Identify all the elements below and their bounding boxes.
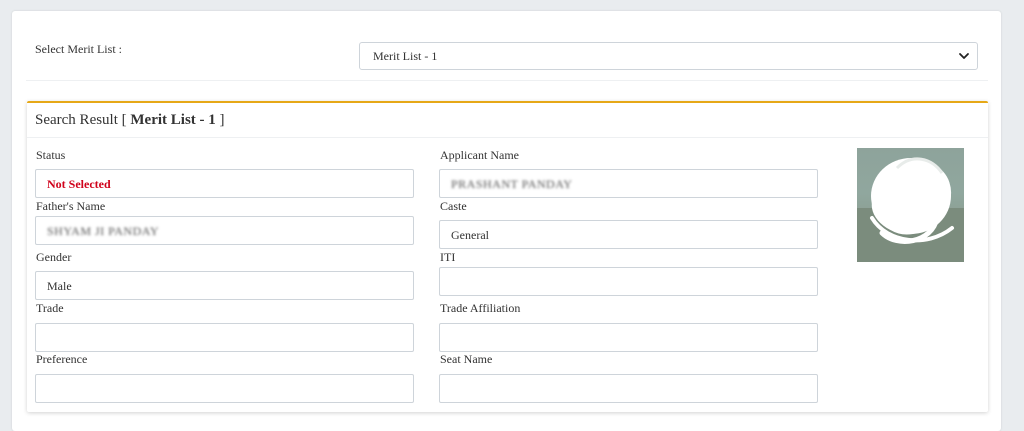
- chevron-down-icon: [959, 53, 969, 59]
- seat-name-field: [439, 374, 818, 403]
- search-result-header: Search Result [ Merit List - 1 ]: [27, 103, 988, 138]
- iti-field: [439, 267, 818, 296]
- iti-label: ITI: [440, 250, 456, 264]
- trade-field: [35, 323, 414, 352]
- trade-affiliation-label: Trade Affiliation: [440, 301, 521, 315]
- applicant-photo: [857, 148, 964, 262]
- fathers-name-field: SHYAM JI PANDAY: [35, 216, 414, 245]
- applicant-name-label: Applicant Name: [440, 148, 519, 162]
- search-result-list-name: Merit List - 1: [130, 112, 216, 128]
- merit-list-select-row: Select Merit List : Merit List - 1: [26, 32, 988, 81]
- status-label: Status: [36, 148, 66, 162]
- seat-name-label: Seat Name: [440, 352, 493, 366]
- search-result-title: Search Result [ Merit List - 1 ]: [35, 112, 225, 128]
- preference-field: [35, 374, 414, 403]
- trade-affiliation-field: [439, 323, 818, 352]
- merit-list-label: Select Merit List :: [35, 42, 122, 56]
- search-result-card: Search Result [ Merit List - 1 ] Status …: [27, 101, 988, 412]
- caste-field: General: [439, 220, 818, 249]
- merit-list-selected-value: Merit List - 1: [373, 49, 438, 63]
- fathers-name-label: Father's Name: [36, 199, 106, 213]
- caste-value: General: [451, 228, 489, 242]
- gender-value: Male: [47, 279, 72, 293]
- gender-field: Male: [35, 271, 414, 300]
- preference-label: Preference: [36, 352, 88, 366]
- applicant-name-field: PRASHANT PANDAY: [439, 169, 818, 198]
- photo-redaction-scribble: [857, 157, 964, 262]
- fathers-name-value: SHYAM JI PANDAY: [47, 224, 159, 238]
- merit-list-select[interactable]: Merit List - 1: [359, 42, 978, 70]
- status-field: Not Selected: [35, 169, 414, 198]
- applicant-name-value: PRASHANT PANDAY: [451, 177, 573, 191]
- caste-label: Caste: [440, 199, 467, 213]
- status-value: Not Selected: [47, 177, 111, 191]
- trade-label: Trade: [36, 301, 64, 315]
- gender-label: Gender: [36, 250, 72, 264]
